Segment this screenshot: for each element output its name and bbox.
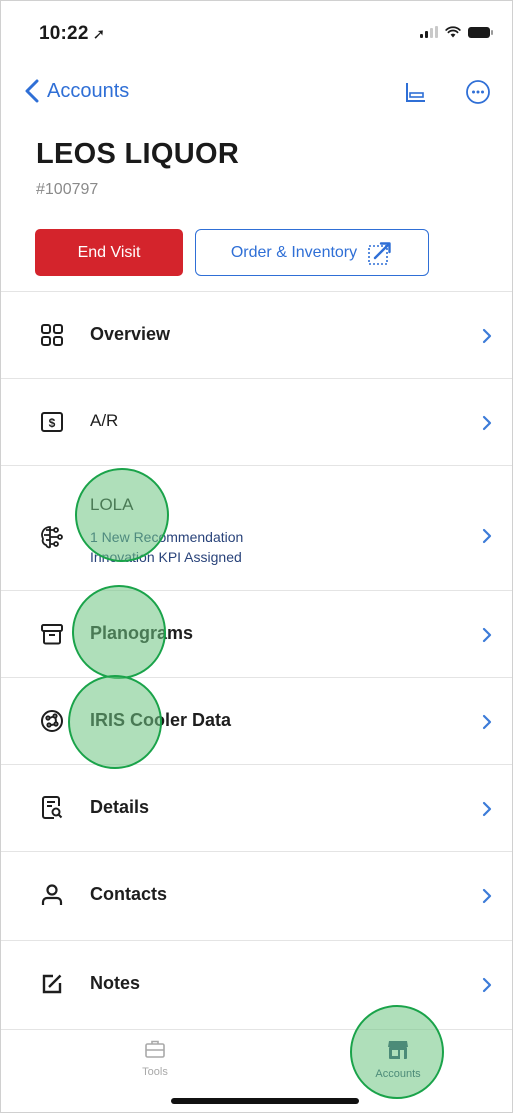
tab-label: Tools [142,1066,168,1078]
dollar-box-icon: $ [38,408,66,436]
account-name: LEOS LIQUOR [36,138,240,170]
toolbox-icon [145,1040,165,1058]
back-button[interactable]: Accounts [25,79,129,103]
order-inventory-label: Order & Inventory [230,243,358,261]
menu-item-iris-cooler-data[interactable]: IRIS Cooler Data [1,678,512,764]
person-icon [38,881,66,909]
end-visit-button[interactable]: End Visit [35,229,183,276]
chevron-right-icon [480,526,494,546]
archive-icon [38,620,66,648]
store-icon [388,1041,408,1059]
menu-item-lola[interactable]: LOLA 1 New Recommendation Innovation KPI… [1,466,512,590]
menu-item-label: A/R [90,411,119,430]
order-inventory-button[interactable]: Order & Inventory [195,229,429,276]
back-button-label: Accounts [47,79,130,102]
menu-item-contacts[interactable]: Contacts [1,852,512,940]
chevron-right-icon [480,413,494,433]
bar-chart-icon [406,83,425,102]
recommendation-text: 1 New Recommendation [90,529,244,545]
edit-note-icon [38,970,66,998]
account-number: #100797 [36,181,99,198]
document-search-icon [38,794,66,822]
menu-item-notes[interactable]: Notes [1,941,512,1029]
globe-network-icon [38,707,66,735]
app-screen: 10:22 ➚ Accounts LEOS LIQUOR #100797 End… [0,0,513,1113]
menu-item-ar[interactable]: $ A/R [1,379,512,465]
chevron-right-icon [480,625,494,645]
tab-tools[interactable]: Tools [105,1038,205,1078]
tab-label: Accounts [375,1068,421,1080]
nav-actions [402,78,492,106]
chevron-right-icon [480,326,494,346]
tab-accounts[interactable]: Accounts [348,1038,448,1080]
menu-item-label: Contacts [90,884,168,904]
status-icons [420,26,493,38]
more-icon [466,80,490,104]
chart-button[interactable] [402,78,430,106]
chevron-right-icon [480,712,494,732]
signal-icon [420,26,438,38]
chevron-right-icon [480,799,494,819]
wifi-icon [445,26,461,38]
external-link-icon [368,241,391,265]
menu-item-label: IRIS Cooler Data [90,710,232,730]
chevron-left-icon [25,79,39,103]
battery-icon [468,26,493,38]
brain-icon [38,523,66,551]
menu-item-overview[interactable]: Overview [1,292,512,378]
chevron-right-icon [480,886,494,906]
menu-item-label: Notes [90,973,141,993]
menu-item-label: Planograms [90,623,194,643]
menu-item-planograms[interactable]: Planograms [1,591,512,677]
chevron-right-icon [480,975,494,995]
status-time: 10:22 ➚ [39,23,106,44]
home-indicator [171,1098,359,1104]
status-bar: 10:22 ➚ [1,1,512,61]
menu-item-details[interactable]: Details [1,765,512,851]
menu-item-label: Overview [90,324,171,344]
menu-item-label: Details [90,797,150,817]
grid-icon [38,321,66,349]
menu-item-label: LOLA [90,495,134,514]
kpi-text: Innovation KPI Assigned [90,549,242,565]
location-icon: ➚ [92,26,106,43]
svg-text:$: $ [49,416,56,430]
more-options-button[interactable] [464,78,492,106]
